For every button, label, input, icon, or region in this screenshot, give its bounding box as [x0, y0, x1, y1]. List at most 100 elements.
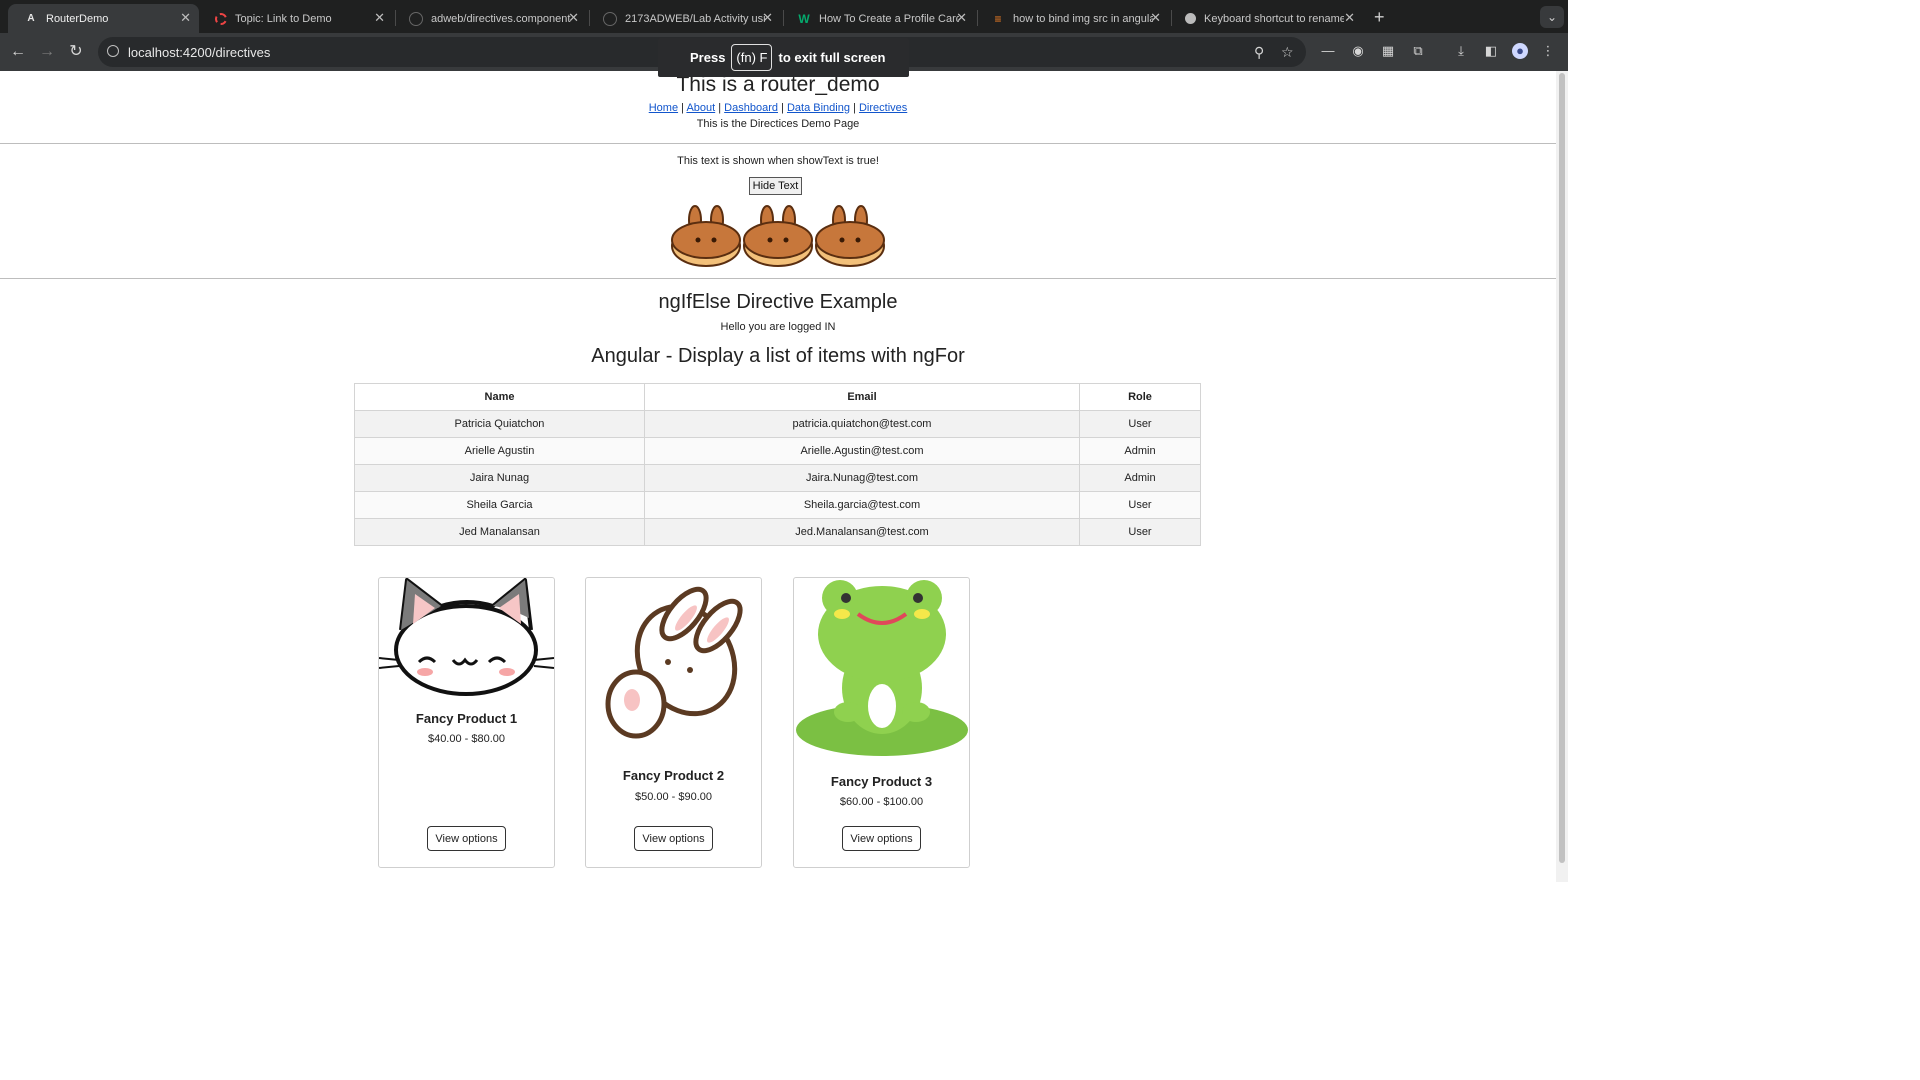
apple-icon — [1185, 13, 1196, 24]
close-icon[interactable]: ✕ — [1344, 10, 1355, 26]
close-icon[interactable]: ✕ — [956, 10, 967, 26]
cell-email: Arielle.Agustin@test.com — [644, 437, 1080, 465]
cell-role: User — [1079, 491, 1201, 519]
w3schools-icon: W — [798, 11, 810, 26]
column-header-email: Email — [644, 383, 1080, 411]
fullscreen-notice-press: Press — [690, 50, 726, 65]
bookmark-star-icon[interactable]: ☆ — [1281, 44, 1294, 61]
view-options-button[interactable]: View options — [634, 826, 713, 851]
close-icon[interactable]: ✕ — [180, 10, 191, 26]
extension-avatar-icon[interactable]: ◉ — [1350, 43, 1366, 59]
show-text-message: This text is shown when showText is true… — [677, 155, 879, 167]
tab-search-icon[interactable]: ⌄ — [1540, 6, 1564, 28]
back-icon[interactable]: ← — [8, 42, 28, 62]
tab-adweb-directives[interactable]: adweb/directives.component. ✕ — [393, 4, 587, 33]
github-icon — [603, 11, 617, 26]
bunny-image — [605, 586, 743, 739]
nav-separator: | — [781, 102, 784, 114]
table-row: Jaira Nunag Jaira.Nunag@test.com Admin — [354, 464, 1201, 492]
side-panel-icon[interactable]: ◧ — [1483, 43, 1499, 59]
nav-link-dashboard[interactable]: Dashboard — [724, 102, 778, 114]
cat-image — [379, 578, 554, 696]
zoom-icon[interactable]: ⚲ — [1254, 44, 1264, 61]
product-name: Fancy Product 3 — [830, 774, 933, 789]
frog-image — [796, 580, 968, 756]
ngfor-heading: Angular - Display a list of items with n… — [591, 345, 965, 367]
users-table: Name Email Role Patricia Quiatchon patri… — [354, 383, 1201, 546]
download-icon[interactable]: ⤓ — [1453, 43, 1469, 59]
product-price: $40.00 - $80.00 — [427, 733, 506, 745]
profile-avatar-icon[interactable]: ● — [1512, 43, 1528, 59]
close-icon[interactable]: ✕ — [762, 10, 773, 26]
cell-role: Admin — [1079, 464, 1201, 492]
tab-lab-activity[interactable]: 2173ADWEB/Lab Activity usin ✕ — [587, 4, 781, 33]
close-icon[interactable]: ✕ — [374, 10, 385, 26]
tab-keyboard-shortcut[interactable]: Keyboard shortcut to rename ✕ — [1169, 4, 1363, 33]
github-icon — [409, 11, 423, 26]
main-nav: Home | About | Dashboard | Data Binding … — [0, 102, 1556, 114]
product-name: Fancy Product 1 — [415, 711, 518, 726]
tab-bind-img-src[interactable]: ≡ how to bind img src in angula ✕ — [975, 4, 1169, 33]
divider — [0, 278, 1556, 279]
table-row: Sheila Garcia Sheila.garcia@test.com Use… — [354, 491, 1201, 519]
table-row: Arielle Agustin Arielle.Agustin@test.com… — [354, 437, 1201, 465]
cell-role: Admin — [1079, 437, 1201, 465]
cell-name: Jaira Nunag — [354, 464, 645, 492]
close-icon[interactable]: ✕ — [1150, 10, 1161, 26]
extension-placeholder-icon[interactable]: — — [1320, 43, 1336, 59]
pancake-bunny-image — [815, 205, 885, 267]
divider — [0, 143, 1556, 144]
table-row: Patricia Quiatchon patricia.quiatchon@te… — [354, 410, 1201, 438]
nav-separator: | — [681, 102, 684, 114]
nav-link-home[interactable]: Home — [649, 102, 678, 114]
nav-link-data-binding[interactable]: Data Binding — [787, 102, 850, 114]
product-name: Fancy Product 2 — [622, 768, 725, 783]
table-header-row: Name Email Role — [354, 383, 1201, 411]
angular-icon: A — [27, 13, 35, 24]
nav-separator: | — [718, 102, 722, 114]
cell-email: patricia.quiatchon@test.com — [644, 410, 1080, 438]
tab-profile-card[interactable]: W How To Create a Profile Card ✕ — [781, 4, 975, 33]
view-options-button[interactable]: View options — [842, 826, 921, 851]
reload-icon[interactable]: ↻ — [66, 42, 86, 62]
nav-link-about[interactable]: About — [686, 102, 715, 114]
column-header-role: Role — [1079, 383, 1201, 411]
fullscreen-notice: Press (fn) F to exit full screen — [658, 38, 909, 77]
product-card: Fancy Product 1 $40.00 - $80.00 View opt… — [378, 577, 555, 868]
cell-name: Patricia Quiatchon — [354, 410, 645, 438]
fullscreen-key-hint: (fn) F — [731, 44, 773, 71]
ngif-heading: ngIfElse Directive Example — [658, 291, 898, 313]
extension-grid-icon[interactable]: ▦ — [1380, 43, 1396, 59]
view-options-button[interactable]: View options — [427, 826, 506, 851]
close-icon[interactable]: ✕ — [568, 10, 579, 26]
forward-icon[interactable]: → — [37, 42, 57, 62]
cell-role: User — [1079, 518, 1201, 546]
hide-text-button[interactable]: Hide Text — [749, 177, 802, 195]
nav-link-directives[interactable]: Directives — [859, 102, 907, 114]
logged-in-message: Hello you are logged IN — [720, 321, 836, 333]
product-card: Fancy Product 3 $60.00 - $100.00 View op… — [793, 577, 970, 868]
extensions-puzzle-icon[interactable]: ⧉ — [1410, 43, 1426, 59]
table-row: Jed Manalansan Jed.Manalansan@test.com U… — [354, 518, 1201, 546]
pancake-bunny-image — [743, 205, 813, 267]
page-scrollbar[interactable] — [1556, 71, 1568, 882]
url-text[interactable]: localhost:4200/directives — [128, 45, 270, 60]
cell-name: Arielle Agustin — [354, 437, 645, 465]
site-info-icon[interactable] — [107, 45, 119, 57]
discussion-icon — [215, 12, 227, 25]
column-header-name: Name — [354, 383, 645, 411]
tab-topic-link-to-demo[interactable]: Topic: Link to Demo ✕ — [199, 4, 393, 33]
cell-name: Jed Manalansan — [354, 518, 645, 546]
product-price: $60.00 - $100.00 — [839, 796, 924, 808]
cell-name: Sheila Garcia — [354, 491, 645, 519]
tab-routerdemo[interactable]: A RouterDemo ✕ — [8, 4, 199, 33]
product-price: $50.00 - $90.00 — [634, 791, 713, 803]
menu-kebab-icon[interactable]: ⋮ — [1540, 43, 1556, 59]
new-tab-icon[interactable]: + — [1374, 7, 1385, 28]
cell-email: Jed.Manalansan@test.com — [644, 518, 1080, 546]
nav-separator: | — [853, 102, 856, 114]
stackoverflow-icon: ≡ — [994, 11, 1002, 26]
product-card: Fancy Product 2 $50.00 - $90.00 View opt… — [585, 577, 762, 868]
pancake-bunny-image — [671, 205, 741, 267]
scrollbar-thumb[interactable] — [1559, 73, 1565, 863]
